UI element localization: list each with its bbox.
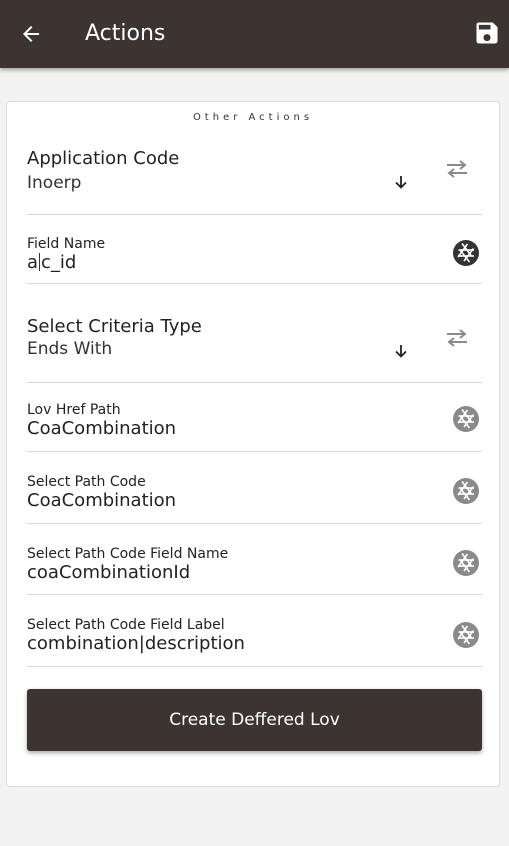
arrow-down-icon[interactable] — [393, 174, 409, 190]
application-code-select[interactable]: Application Code Inoerp — [27, 142, 482, 215]
app-bar: Actions — [0, 0, 509, 68]
lov-href-path-value[interactable]: CoaCombination — [27, 418, 176, 439]
criteria-type-select[interactable]: Select Criteria Type Ends With — [27, 284, 482, 383]
text-cursor — [39, 253, 41, 271]
aperture-icon[interactable] — [452, 477, 480, 505]
criteria-type-label: Select Criteria Type — [27, 316, 202, 337]
select-path-code-field-name-field[interactable]: Select Path Code Field Name coaCombinati… — [27, 524, 482, 595]
aperture-icon[interactable] — [452, 405, 480, 433]
actions-card: Other Actions Application Code Inoerp Fi… — [6, 101, 500, 787]
field-name-value-end: c_id — [41, 252, 77, 273]
select-path-code-field-label-value[interactable]: combination|description — [27, 633, 245, 654]
criteria-type-value: Ends With — [27, 339, 113, 359]
select-path-code-value[interactable]: CoaCombination — [27, 490, 176, 511]
swap-horizontal-icon[interactable] — [443, 326, 471, 350]
aperture-icon[interactable] — [452, 549, 480, 577]
lov-href-path-field[interactable]: Lov Href Path CoaCombination — [27, 383, 482, 452]
application-code-label: Application Code — [27, 148, 180, 169]
lov-href-path-label: Lov Href Path — [27, 402, 121, 418]
aperture-icon[interactable] — [452, 621, 480, 649]
select-path-code-field-name-label: Select Path Code Field Name — [27, 546, 229, 562]
field-name-input[interactable]: a c_id — [27, 252, 76, 273]
select-path-code-field-name-value[interactable]: coaCombinationId — [27, 562, 190, 583]
floppy-save-icon — [476, 22, 498, 44]
application-code-value: Inoerp — [27, 173, 82, 193]
swap-horizontal-icon[interactable] — [443, 157, 471, 181]
select-path-code-field-label-field[interactable]: Select Path Code Field Label combination… — [27, 595, 482, 667]
save-button[interactable] — [470, 16, 504, 50]
arrow-left-icon — [23, 26, 39, 42]
section-title: Other Actions — [192, 112, 314, 123]
back-button[interactable] — [14, 17, 48, 51]
field-name-field[interactable]: Field Name a c_id — [27, 215, 482, 284]
select-path-code-field[interactable]: Select Path Code CoaCombination — [27, 452, 482, 524]
aperture-icon[interactable] — [452, 239, 480, 267]
select-path-code-label: Select Path Code — [27, 474, 146, 490]
arrow-down-icon[interactable] — [393, 343, 409, 359]
select-path-code-field-label-label: Select Path Code Field Label — [27, 617, 225, 633]
page-title: Actions — [85, 21, 166, 46]
field-name-value-start: a — [27, 252, 39, 273]
field-name-label: Field Name — [27, 236, 106, 252]
create-deferred-lov-button[interactable]: Create Deffered Lov — [27, 689, 482, 751]
